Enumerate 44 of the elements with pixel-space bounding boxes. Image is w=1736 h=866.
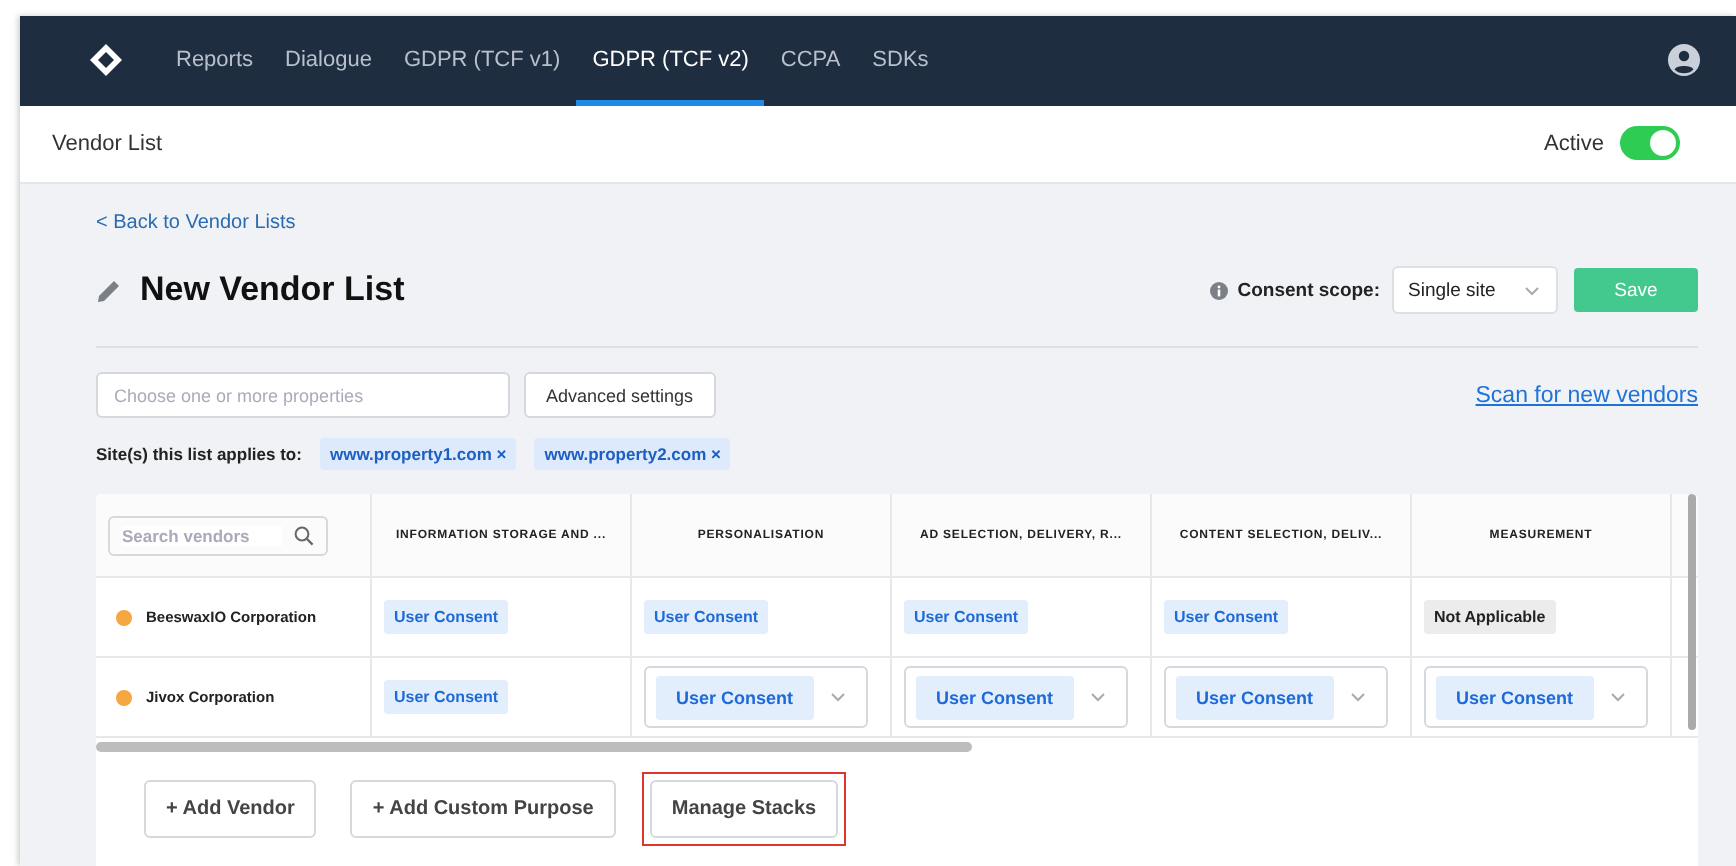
page-title: Vendor List bbox=[52, 131, 163, 156]
site-tag[interactable]: www.property1.com × bbox=[319, 438, 517, 470]
footer-button[interactable]: Manage Stacks bbox=[649, 780, 839, 838]
chevron-down-icon bbox=[1610, 692, 1626, 702]
consent-badge: User Consent bbox=[1164, 600, 1289, 634]
nav-tab[interactable]: Dialogue bbox=[269, 16, 388, 106]
consent-scope-label: Consent scope: bbox=[1237, 279, 1380, 301]
user-account-icon[interactable] bbox=[1668, 44, 1700, 77]
footer-button[interactable]: + Add Custom Purpose bbox=[350, 780, 616, 838]
chevron-down-icon bbox=[1090, 692, 1106, 702]
search-icon bbox=[294, 525, 314, 545]
consent-scope-select[interactable]: Single site bbox=[1392, 266, 1558, 314]
nav-tab[interactable]: GDPR (TCF v1) bbox=[387, 16, 577, 106]
footer-button[interactable]: + Add Vendor bbox=[144, 780, 317, 838]
consent-select[interactable]: User Consent bbox=[1164, 666, 1388, 728]
chevron-down-icon bbox=[1350, 692, 1366, 702]
consent-badge: User Consent bbox=[904, 600, 1029, 634]
chevron-down-icon bbox=[830, 692, 846, 702]
back-link[interactable]: < Back to Vendor Lists bbox=[96, 212, 296, 234]
active-toggle[interactable] bbox=[1620, 126, 1680, 161]
consent-select[interactable]: User Consent bbox=[904, 666, 1128, 728]
horizontal-scrollbar[interactable] bbox=[96, 742, 972, 752]
consent-select[interactable]: User Consent bbox=[1424, 666, 1648, 728]
nav-tab[interactable]: Reports bbox=[160, 16, 270, 106]
advanced-settings-button[interactable]: Advanced settings bbox=[524, 372, 716, 418]
nav-tab[interactable]: CCPA bbox=[764, 16, 857, 106]
logo-icon[interactable] bbox=[88, 42, 124, 79]
pencil-icon bbox=[96, 277, 122, 303]
consent-badge: User Consent bbox=[644, 600, 769, 634]
site-tag[interactable]: www.property2.com × bbox=[534, 438, 731, 470]
scan-link[interactable]: Scan for new vendors bbox=[1475, 383, 1698, 407]
sites-label: Site(s) this list applies to: bbox=[96, 444, 302, 464]
chevron-down-icon bbox=[1524, 285, 1540, 295]
consent-select[interactable]: User Consent bbox=[644, 666, 868, 728]
toggle-label: Active bbox=[1544, 131, 1604, 156]
list-title: New Vendor List bbox=[140, 270, 405, 310]
consent-badge: User Consent bbox=[384, 600, 509, 634]
properties-input[interactable]: Choose one or more properties bbox=[96, 372, 510, 418]
consent-badge: User Consent bbox=[384, 680, 509, 714]
vendor-search-field[interactable]: Search vendors bbox=[108, 515, 328, 555]
status-badge: Not Applicable bbox=[1424, 600, 1556, 634]
nav-tab[interactable]: SDKs bbox=[856, 16, 945, 106]
info-icon bbox=[1209, 281, 1228, 299]
vertical-scrollbar[interactable] bbox=[1688, 494, 1696, 730]
